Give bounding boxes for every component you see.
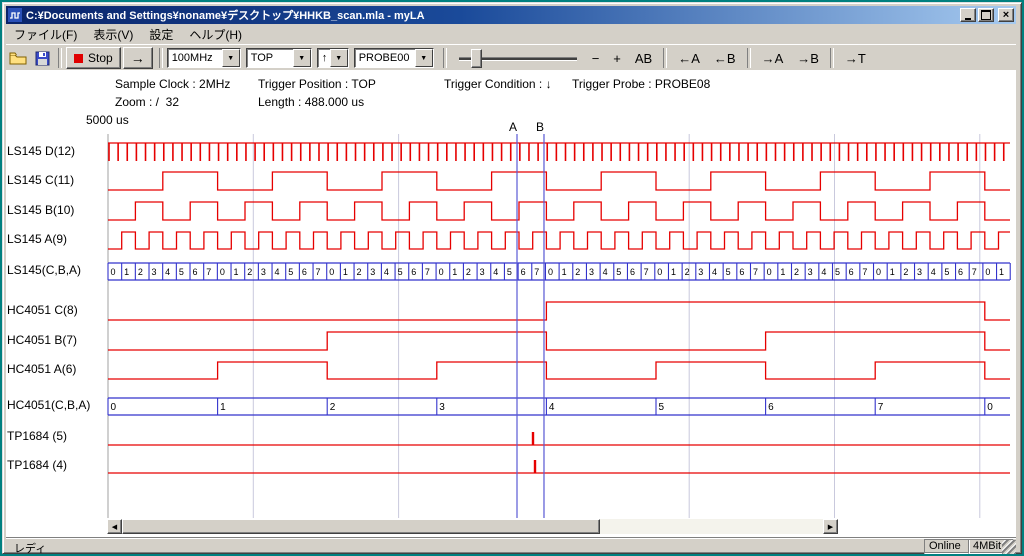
channel-label-ls145-bus: LS145(C,B,A) [7, 263, 81, 277]
titlebar: C:¥Documents and Settings¥noname¥デスクトップ¥… [6, 6, 1016, 24]
length-info: Length : 488.000 us [258, 95, 364, 109]
sample-clock-value: 100MHz [168, 49, 222, 67]
channel-label-hc4051-c8: HC4051 C(8) [7, 303, 78, 317]
save-floppy-icon [35, 51, 50, 66]
toolbar-separator [830, 48, 834, 68]
trigger-position-value: TOP [247, 49, 293, 67]
minimize-button[interactable] [960, 8, 976, 22]
chevron-down-icon[interactable]: ▼ [415, 49, 433, 67]
open-folder-icon [9, 51, 27, 65]
goto-marker-a-right-button[interactable]: →A [756, 48, 790, 69]
trigger-probe-value: PROBE00 [355, 49, 415, 67]
trigger-edge-value: ↑ [318, 49, 330, 67]
zoom-in-button[interactable]: + [607, 48, 627, 69]
status-ready-text: レディ [14, 540, 46, 556]
chevron-down-icon[interactable]: ▼ [330, 49, 348, 67]
horizontal-scrollbar[interactable]: ◀ ▶ [107, 519, 838, 534]
channel-label-ls145-c11: LS145 C(11) [7, 173, 74, 187]
close-button[interactable]: × [998, 8, 1014, 22]
trigger-position-combobox[interactable]: TOP ▼ [246, 48, 312, 68]
channel-label-tp1684-4: TP1684 (4) [7, 458, 67, 472]
stop-button[interactable]: Stop [66, 47, 121, 69]
waveform-client-area [6, 70, 1016, 537]
goto-trigger-button[interactable]: →T [839, 48, 872, 69]
menu-view[interactable]: 表示(V) [85, 25, 141, 44]
minimize-icon [965, 18, 971, 20]
channel-label-hc4051-bus: HC4051(C,B,A) [7, 398, 90, 412]
goto-marker-a-left-button[interactable]: ←A [672, 48, 706, 69]
zoom-info: Zoom : / 32 [115, 95, 179, 109]
open-button[interactable] [6, 47, 30, 69]
ab-range-button[interactable]: AB [629, 48, 658, 69]
toolbar-separator [443, 48, 447, 68]
toolbar-separator [159, 48, 163, 68]
maximize-button[interactable] [978, 8, 994, 22]
trigger-edge-combobox[interactable]: ↑ ▼ [317, 48, 349, 68]
channel-label-ls145-a9: LS145 A(9) [7, 232, 67, 246]
sample-clock-combobox[interactable]: 100MHz ▼ [167, 48, 241, 68]
maximize-icon [981, 10, 991, 20]
status-online-badge: Online [924, 539, 970, 554]
scroll-right-button[interactable]: ▶ [823, 519, 838, 534]
scroll-left-button[interactable]: ◀ [107, 519, 122, 534]
toolbar: Stop → 100MHz ▼ TOP ▼ ↑ ▼ PROBE00 ▼ − + … [6, 44, 1016, 71]
menubar: ファイル(F) 表示(V) 設定 ヘルプ(H) [6, 25, 1016, 43]
app-icon [8, 8, 22, 22]
channel-label-ls145-d12: LS145 D(12) [7, 144, 75, 158]
scrollbar-thumb[interactable] [122, 519, 600, 534]
trigger-probe-info: Trigger Probe : PROBE08 [572, 77, 710, 91]
resize-grip-icon[interactable] [1002, 540, 1016, 554]
trigger-condition-info: Trigger Condition : ↓ [444, 77, 552, 91]
channel-label-hc4051-a6: HC4051 A(6) [7, 362, 76, 376]
channel-label-hc4051-b7: HC4051 B(7) [7, 333, 77, 347]
zoom-out-button[interactable]: − [586, 48, 606, 69]
stop-icon [74, 54, 83, 63]
chevron-down-icon[interactable]: ▼ [222, 49, 240, 67]
zoom-slider[interactable] [459, 48, 577, 68]
window-title: C:¥Documents and Settings¥noname¥デスクトップ¥… [26, 7, 958, 23]
trigger-position-info: Trigger Position : TOP [258, 77, 376, 91]
sample-clock-info: Sample Clock : 2MHz [115, 77, 230, 91]
time-scale-label: 5000 us [86, 113, 129, 127]
slider-thumb[interactable] [471, 49, 482, 68]
trigger-probe-combobox[interactable]: PROBE00 ▼ [354, 48, 434, 68]
statusbar: レディ Online 4MBit [6, 537, 1016, 554]
chevron-down-icon[interactable]: ▼ [293, 49, 311, 67]
channel-label-ls145-b10: LS145 B(10) [7, 203, 74, 217]
toolbar-separator [663, 48, 667, 68]
run-button[interactable]: → [123, 47, 153, 69]
stop-label: Stop [88, 51, 113, 65]
menu-settings[interactable]: 設定 [141, 25, 181, 44]
goto-marker-b-left-button[interactable]: ←B [708, 48, 742, 69]
toolbar-separator [58, 48, 62, 68]
toolbar-separator [747, 48, 751, 68]
goto-marker-b-right-button[interactable]: →B [791, 48, 825, 69]
save-button[interactable] [30, 47, 54, 69]
channel-label-tp1684-5: TP1684 (5) [7, 429, 67, 443]
menu-help[interactable]: ヘルプ(H) [181, 25, 250, 44]
menu-file[interactable]: ファイル(F) [6, 25, 85, 44]
